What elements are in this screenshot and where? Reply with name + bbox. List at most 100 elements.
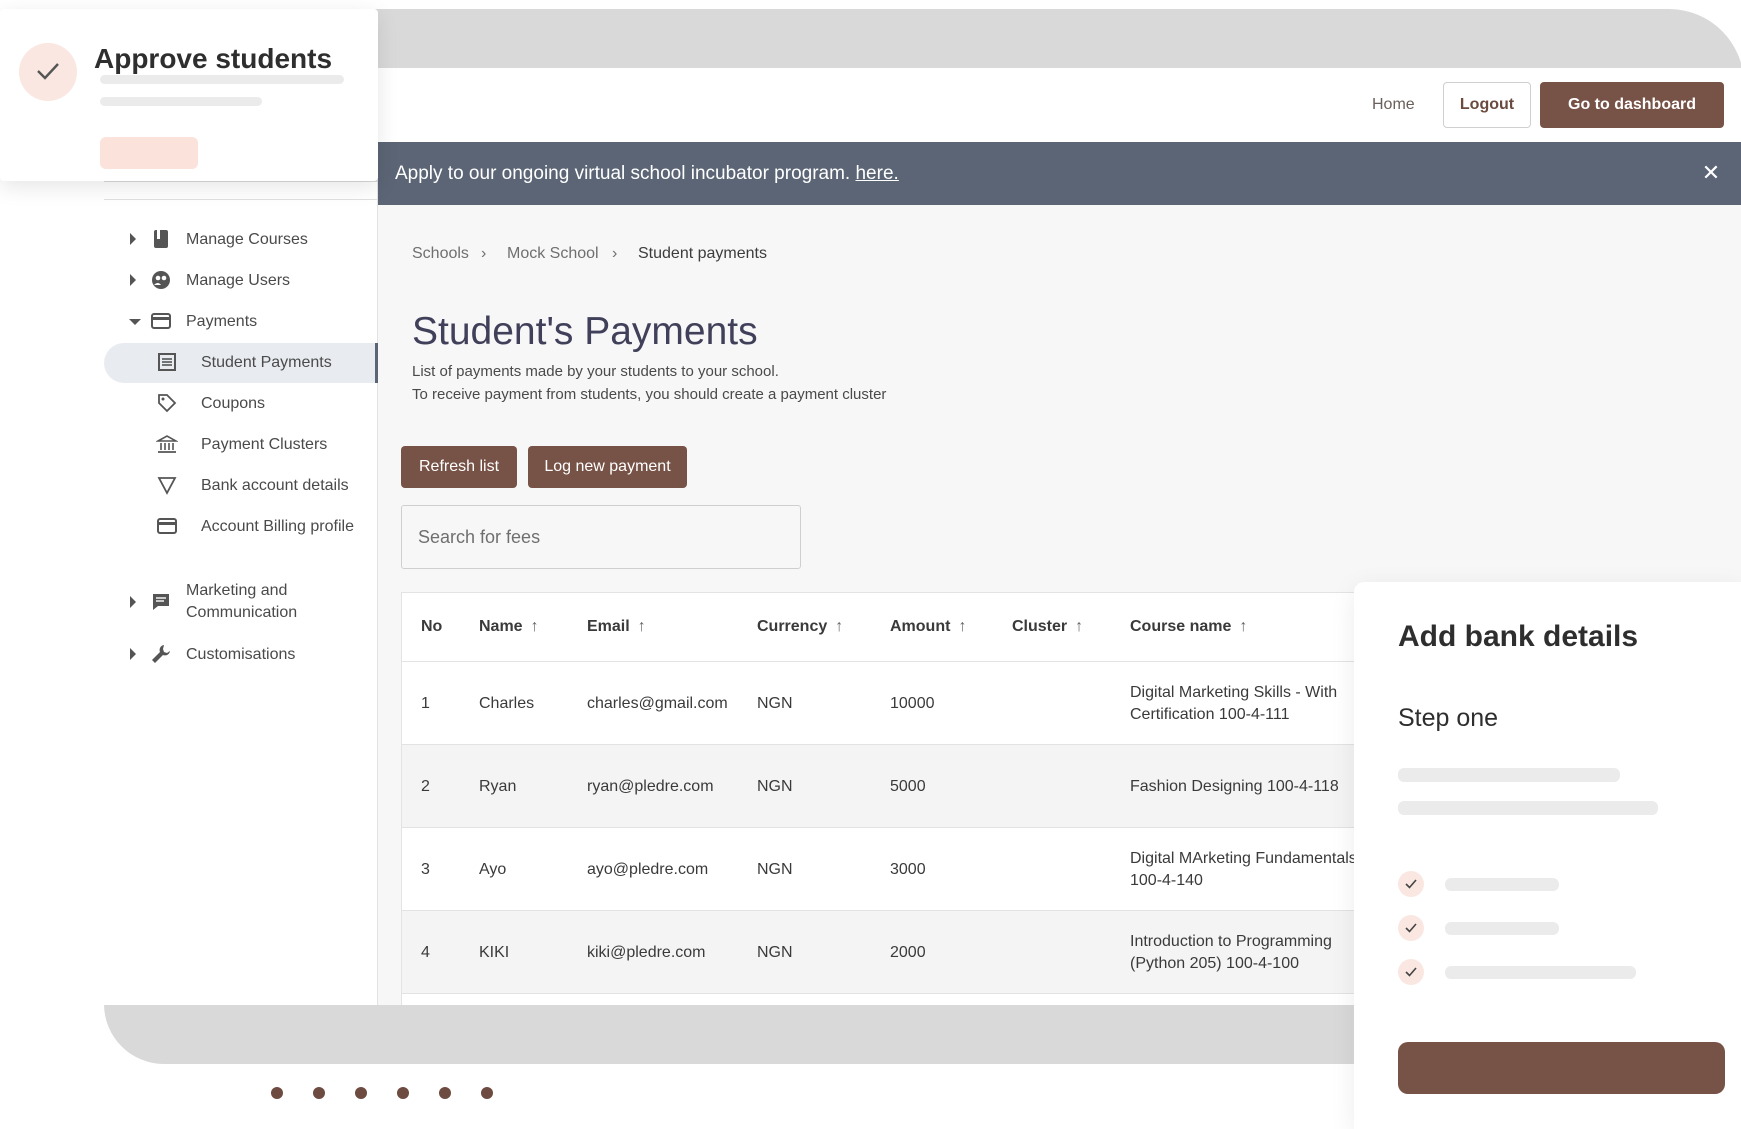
announcement-banner: Apply to our ongoing virtual school incu…: [378, 142, 1741, 205]
banner-link[interactable]: here.: [855, 163, 898, 184]
sort-arrow-icon[interactable]: ↑: [531, 593, 539, 661]
skeleton-line: [1445, 966, 1636, 979]
page-description: List of payments made by your students t…: [412, 363, 779, 380]
tag-icon: [158, 394, 177, 413]
breadcrumb-schools[interactable]: Schools: [412, 240, 469, 268]
carousel-dot[interactable]: [397, 1087, 409, 1099]
cell-email: ayo@pledre.com: [587, 860, 709, 878]
go-to-dashboard-button[interactable]: Go to dashboard: [1540, 82, 1724, 128]
sidebar-item-marketing[interactable]: Marketing and Communication: [104, 578, 378, 626]
top-header: [378, 68, 1741, 142]
cell-email: kiki@pledre.com: [587, 943, 706, 961]
table-row[interactable]: [402, 993, 1360, 1005]
sidebar-item-label: Account Billing profile: [201, 518, 354, 535]
column-header-currency[interactable]: Currency ↑: [757, 593, 843, 661]
sidebar-item-customisations[interactable]: Customisations: [104, 635, 378, 675]
column-header-email[interactable]: Email ↑: [587, 593, 646, 661]
sidebar-item-bank-account-details[interactable]: Bank account details: [104, 466, 378, 506]
sort-arrow-icon[interactable]: ↑: [1075, 593, 1083, 661]
cell-course-name: Introduction to Programming (Python 205)…: [1130, 932, 1332, 972]
sidebar-item-label: Customisations: [186, 646, 296, 663]
cell-course-name: Digital Marketing Skills - With Certific…: [1130, 683, 1338, 723]
home-link[interactable]: Home: [1372, 82, 1415, 128]
carousel-dot[interactable]: [271, 1087, 283, 1099]
sidebar-item-account-billing-profile[interactable]: Account Billing profile: [104, 507, 378, 547]
breadcrumb-mock-school[interactable]: Mock School: [507, 240, 599, 268]
log-new-payment-button[interactable]: Log new payment: [528, 446, 687, 488]
carousel-dot[interactable]: [355, 1087, 367, 1099]
cell-currency: NGN: [757, 860, 793, 878]
users-icon: [152, 271, 170, 289]
triangle-icon: [157, 477, 177, 495]
banner-text: Apply to our ongoing virtual school incu…: [395, 142, 899, 205]
chevron-right-icon: ›: [612, 245, 618, 262]
table-row[interactable]: 2 Ryan ryan@pledre.com NGN 5000 Fashion …: [402, 744, 1360, 827]
cell-course-name: Digital MArketing Fundamentals 100-4-140: [1130, 849, 1357, 889]
header-label: Currency: [757, 618, 828, 635]
bank-details-submit-button[interactable]: [1398, 1042, 1725, 1094]
sidebar-item-payment-clusters[interactable]: Payment Clusters: [104, 425, 378, 465]
cell-no: 4: [421, 943, 430, 961]
book-icon: [154, 230, 168, 248]
chevron-right-icon: ›: [481, 245, 487, 262]
column-header-amount[interactable]: Amount ↑: [890, 593, 966, 661]
header-label: No: [421, 618, 443, 635]
cell-no: 2: [421, 777, 430, 795]
skeleton-line: [1398, 801, 1658, 815]
caret-down-icon[interactable]: [129, 319, 141, 325]
skeleton-line: [100, 75, 344, 84]
bank-icon: [156, 435, 178, 453]
sort-arrow-icon[interactable]: ↑: [835, 593, 843, 661]
check-icon: [1398, 871, 1424, 897]
sidebar-item-payments[interactable]: Payments: [104, 302, 378, 342]
table-row[interactable]: 3 Ayo ayo@pledre.com NGN 3000 Digital MA…: [402, 827, 1360, 910]
cell-name: Ayo: [479, 860, 507, 878]
sidebar-item-manage-users[interactable]: Manage Users: [104, 261, 378, 301]
header-label: Amount: [890, 618, 951, 635]
sidebar-divider: [104, 199, 378, 200]
sort-arrow-icon[interactable]: ↑: [638, 593, 646, 661]
carousel-dot[interactable]: [313, 1087, 325, 1099]
logout-button[interactable]: Logout: [1443, 82, 1531, 128]
carousel-dot[interactable]: [481, 1087, 493, 1099]
cell-name: Ryan: [479, 777, 517, 795]
breadcrumb-student-payments: Student payments: [638, 245, 767, 262]
close-icon[interactable]: ✕: [1699, 161, 1723, 185]
bank-card-step: Step one: [1398, 704, 1499, 732]
sort-arrow-icon[interactable]: ↑: [958, 593, 966, 661]
skeleton-line: [100, 97, 262, 106]
sidebar-item-coupons[interactable]: Coupons: [104, 384, 378, 424]
page-title: Student's Payments: [412, 310, 758, 353]
caret-right-icon[interactable]: [130, 233, 136, 245]
cell-email: ryan@pledre.com: [587, 777, 714, 795]
sort-arrow-icon[interactable]: ↑: [1239, 593, 1247, 661]
column-header-cluster[interactable]: Cluster ↑: [1012, 593, 1083, 661]
sidebar-item-label: Payments: [186, 313, 258, 330]
column-header-course-name[interactable]: Course name ↑: [1130, 593, 1247, 661]
sidebar-item-manage-courses[interactable]: Manage Courses: [104, 220, 378, 260]
cell-currency: NGN: [757, 777, 793, 795]
sidebar-item-label: Payment Clusters: [201, 436, 328, 453]
header-label: Course name: [1130, 618, 1232, 635]
carousel-dot[interactable]: [439, 1087, 451, 1099]
caret-right-icon[interactable]: [130, 274, 136, 286]
approve-action-placeholder[interactable]: [100, 137, 198, 169]
list-icon: [158, 353, 176, 371]
chat-icon: [153, 594, 169, 610]
search-input[interactable]: [401, 505, 801, 569]
add-bank-details-card: Add bank details Step one: [1354, 582, 1741, 1129]
caret-right-icon[interactable]: [130, 648, 136, 660]
cell-currency: NGN: [757, 694, 793, 712]
cell-course-name: Fashion Designing 100-4-118: [1130, 777, 1339, 795]
payments-table: No Name ↑ Email ↑ Currency ↑ Amount ↑ Cluste…: [401, 592, 1361, 1005]
header-label: Email: [587, 618, 630, 635]
table-row[interactable]: 1 Charles charles@gmail.com NGN 10000 Di…: [402, 661, 1360, 744]
refresh-list-button[interactable]: Refresh list: [401, 446, 517, 488]
sidebar-item-student-payments[interactable]: Student Payments: [104, 343, 378, 383]
table-row[interactable]: 4 KIKI kiki@pledre.com NGN 2000 Introduc…: [402, 910, 1360, 993]
sidebar-item-label: Coupons: [201, 395, 266, 412]
card-icon: [151, 313, 171, 329]
column-header-name[interactable]: Name ↑: [479, 593, 539, 661]
caret-right-icon[interactable]: [130, 596, 136, 608]
header-label: Name: [479, 618, 523, 635]
